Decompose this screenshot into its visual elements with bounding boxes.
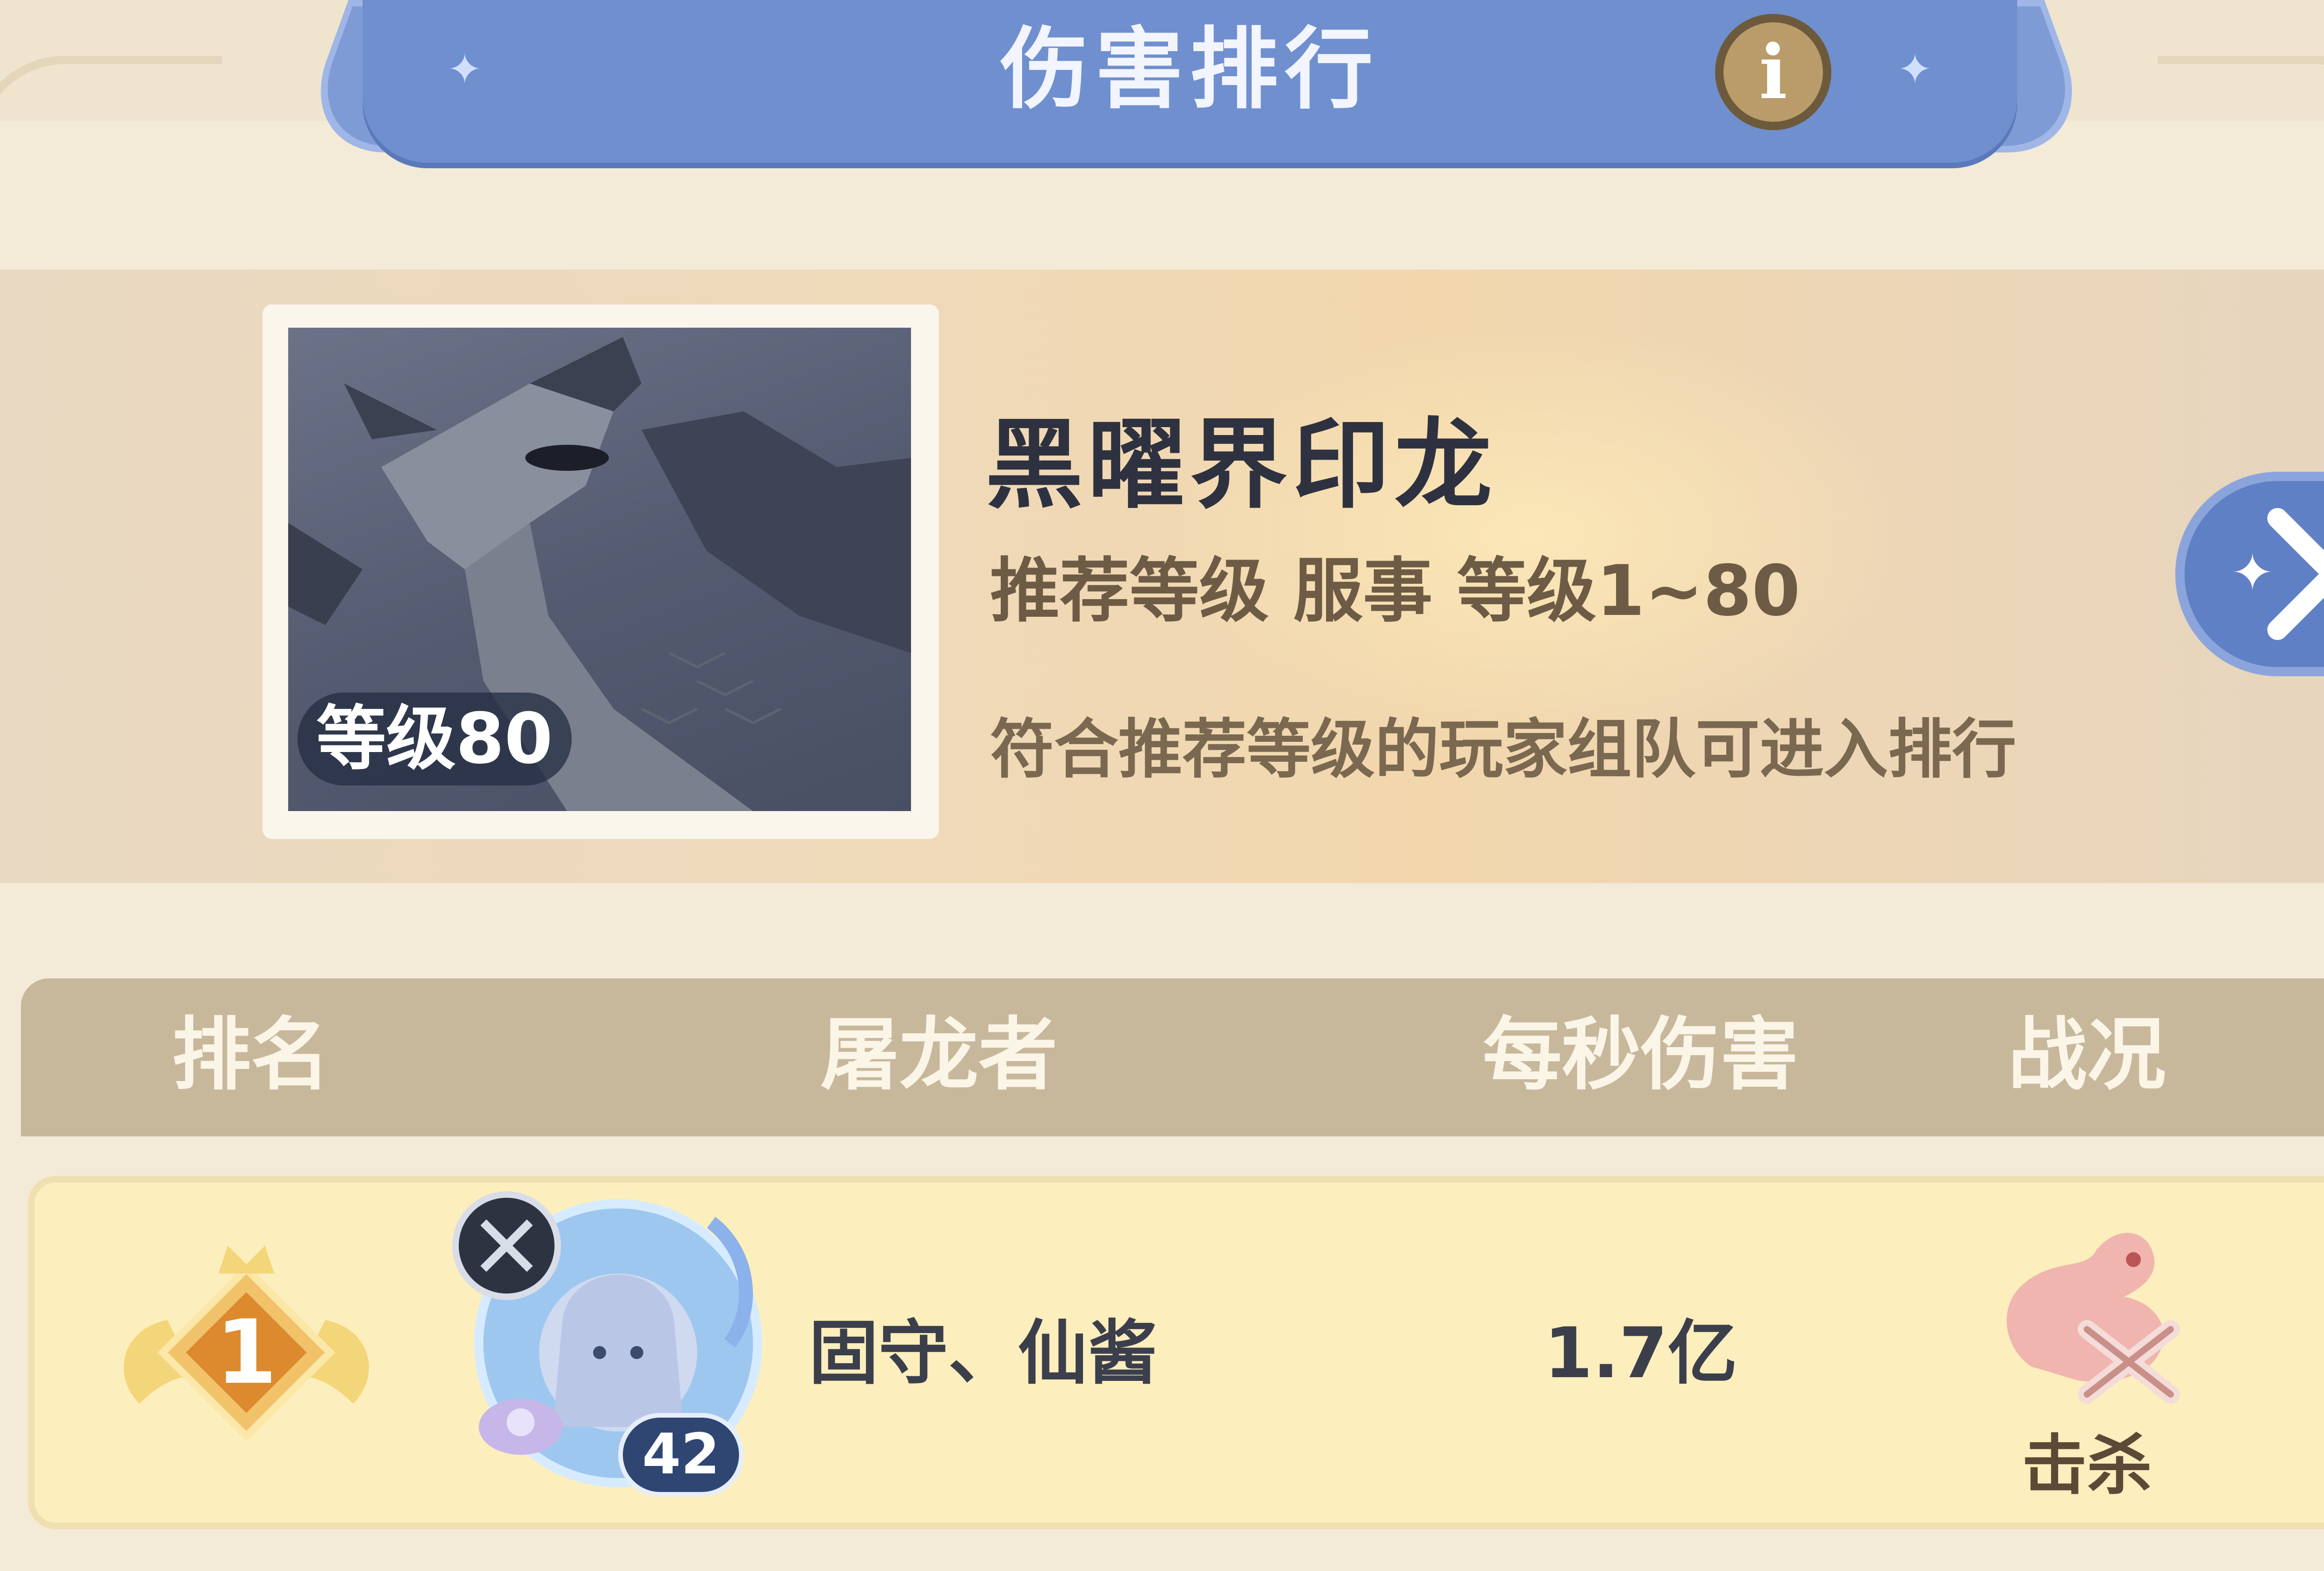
svg-text:✦: ✦ bbox=[2231, 543, 2274, 602]
column-header-result: 战况 bbox=[2007, 1009, 2166, 1101]
frame-corner-left bbox=[0, 56, 222, 185]
column-header-dps: 每秒伤害 bbox=[1482, 1009, 1799, 1101]
result-status: 击杀 bbox=[2021, 1428, 2152, 1504]
sparkle-icon: ✦ bbox=[1897, 45, 1933, 94]
rank-medal-icon: 1 bbox=[124, 1246, 369, 1442]
recommended-level: 推荐等级 服事 等级1~80 bbox=[990, 551, 1801, 632]
boss-name: 黑曜界印龙 bbox=[985, 408, 1497, 522]
sparkle-icon: ✦ bbox=[447, 45, 482, 94]
dragon-kill-icon bbox=[1975, 1208, 2199, 1404]
page-title: 伤害排行 bbox=[1000, 18, 1380, 121]
column-header-slayer: 屠龙者 bbox=[820, 1009, 1057, 1101]
column-header-rank: 排名 bbox=[172, 1009, 330, 1101]
rank-number: 1 bbox=[216, 1301, 277, 1404]
next-boss-button[interactable]: ✦ bbox=[2175, 472, 2324, 676]
player-level-badge: 42 bbox=[618, 1413, 744, 1497]
chevron-right-icon: ✦ bbox=[2231, 508, 2324, 640]
frame-corner-right bbox=[2158, 56, 2324, 185]
ranking-requirement: 符合推荐等级的玩家组队可进入排行 bbox=[990, 712, 2017, 787]
rank-badge: 1 bbox=[112, 1236, 381, 1459]
player-name: 固守、仙酱 bbox=[809, 1313, 1158, 1394]
info-button[interactable]: i bbox=[1715, 14, 1831, 130]
dps-value: 1.7亿 bbox=[1544, 1313, 1737, 1394]
boss-level-badge: 等级80 bbox=[297, 693, 572, 786]
